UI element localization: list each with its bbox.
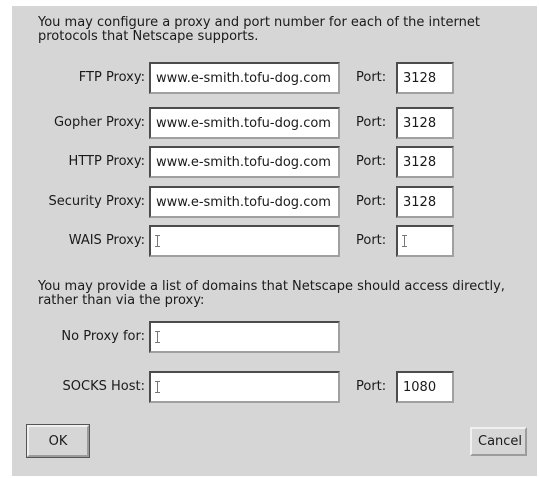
no-proxy-input[interactable] <box>149 321 340 353</box>
socks-host-label: SOCKS Host: <box>62 379 145 394</box>
text-cursor-icon <box>155 331 160 343</box>
http-port-label: Port: <box>356 154 387 169</box>
proxy-intro-text: You may configure a proxy and port numbe… <box>38 15 480 44</box>
gopher-port-label: Port: <box>356 115 387 130</box>
socks-port-input[interactable] <box>396 371 454 403</box>
security-proxy-label: Security Proxy: <box>48 194 145 209</box>
security-port-input[interactable] <box>396 186 454 218</box>
wais-proxy-input[interactable] <box>149 225 340 257</box>
ftp-port-input[interactable] <box>396 62 454 94</box>
cancel-button[interactable]: Cancel <box>470 427 527 456</box>
socks-host-input[interactable] <box>149 371 340 403</box>
security-proxy-input[interactable] <box>149 186 340 218</box>
gopher-proxy-input[interactable] <box>149 107 340 139</box>
gopher-proxy-label: Gopher Proxy: <box>53 115 145 130</box>
ftp-proxy-label: FTP Proxy: <box>78 70 145 85</box>
text-cursor-icon <box>155 381 160 393</box>
ftp-proxy-input[interactable] <box>149 62 340 94</box>
ftp-port-label: Port: <box>356 70 387 85</box>
no-proxy-label: No Proxy for: <box>61 329 145 344</box>
wais-proxy-label: WAIS Proxy: <box>68 233 145 248</box>
http-port-input[interactable] <box>396 146 454 178</box>
gopher-port-input[interactable] <box>396 107 454 139</box>
text-cursor-icon <box>155 235 160 247</box>
security-port-label: Port: <box>356 194 387 209</box>
ok-button[interactable]: OK <box>27 425 89 457</box>
http-proxy-label: HTTP Proxy: <box>68 154 145 169</box>
domains-intro-text: You may provide a list of domains that N… <box>38 279 505 308</box>
wais-port-label: Port: <box>356 233 387 248</box>
text-cursor-icon <box>402 235 407 247</box>
http-proxy-input[interactable] <box>149 146 340 178</box>
socks-port-label: Port: <box>356 379 387 394</box>
